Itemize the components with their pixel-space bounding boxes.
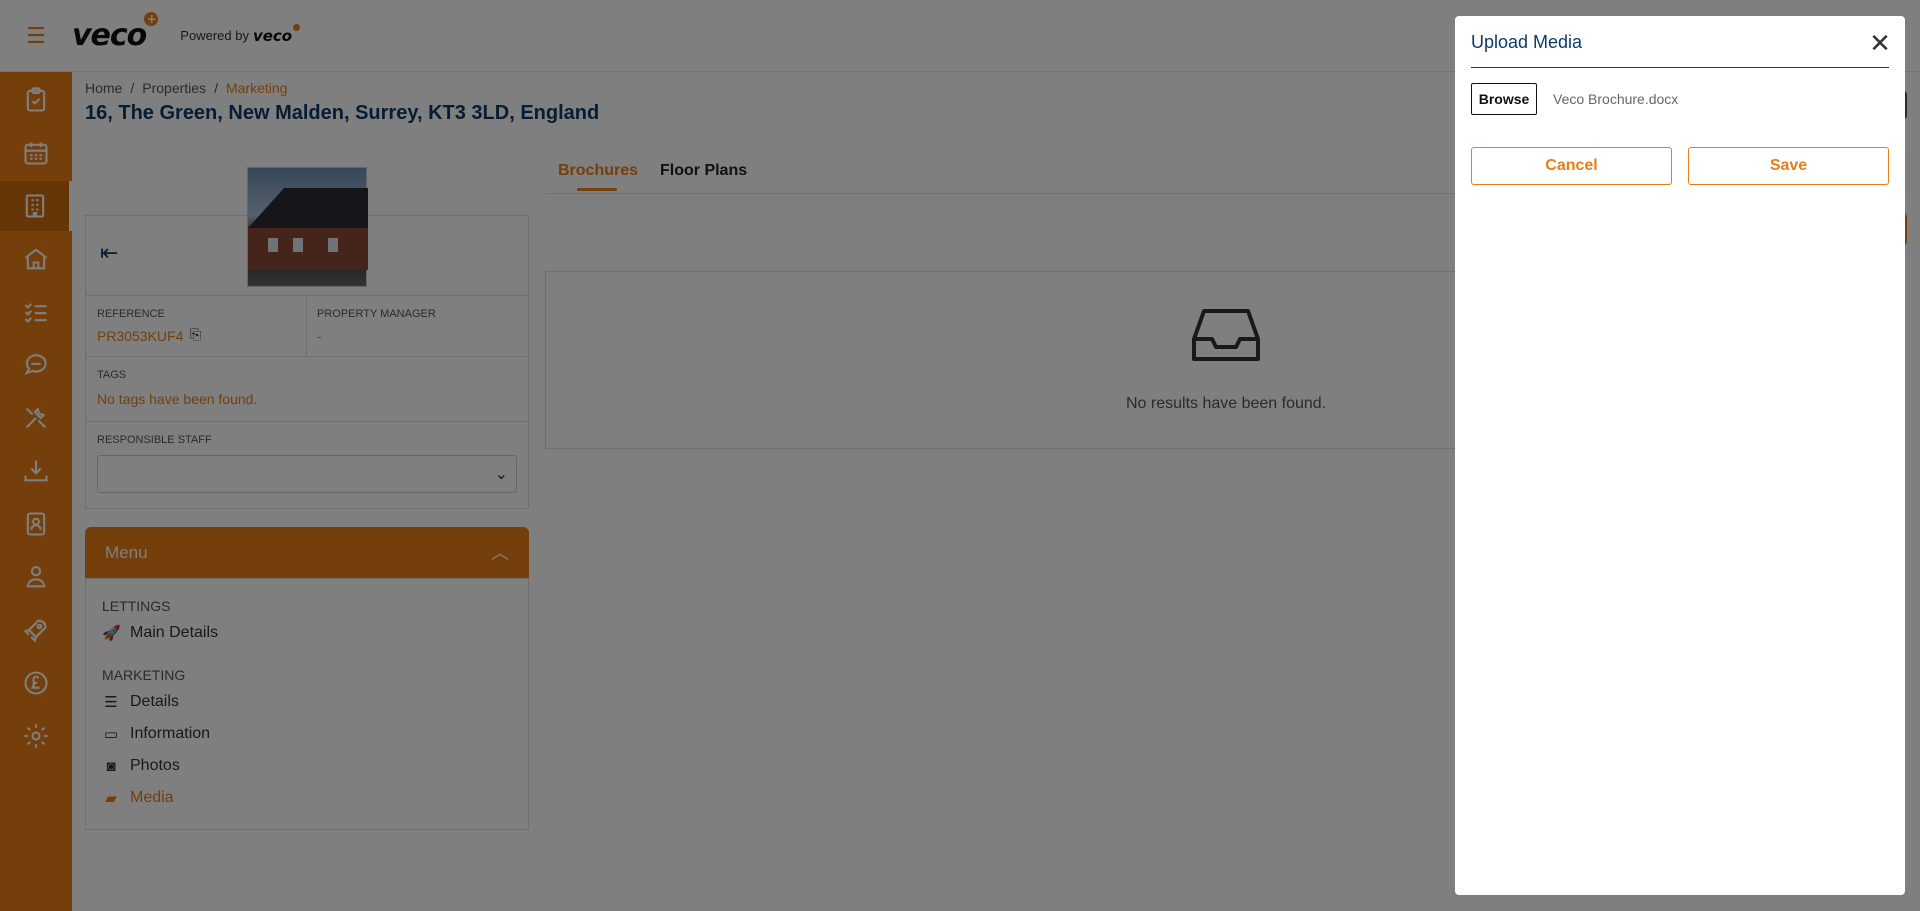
title-divider [1471, 67, 1889, 68]
upload-media-dialog: Upload Media ✕ Browse Veco Brochure.docx… [1455, 16, 1905, 895]
save-button[interactable]: Save [1688, 147, 1889, 185]
close-icon[interactable]: ✕ [1867, 28, 1893, 58]
cancel-button[interactable]: Cancel [1471, 147, 1672, 185]
browse-button[interactable]: Browse [1471, 83, 1537, 115]
dialog-title: Upload Media [1471, 32, 1583, 52]
selected-file-name: Veco Brochure.docx [1553, 91, 1679, 107]
